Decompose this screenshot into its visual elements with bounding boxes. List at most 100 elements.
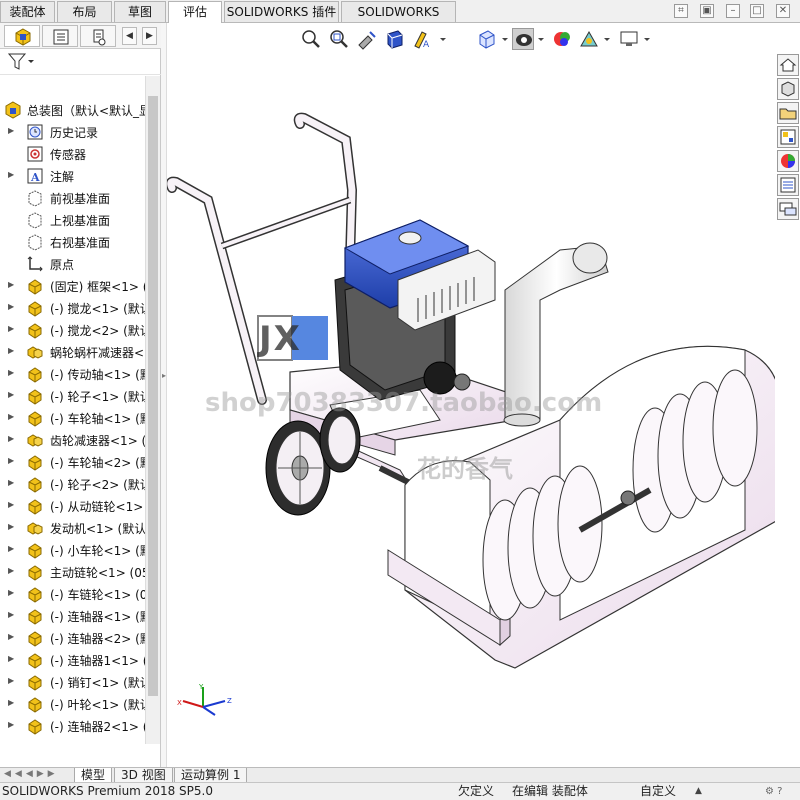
tree-item[interactable]: ▶ (-) 连轴器<1> (默 (0, 605, 145, 627)
tree-item[interactable]: ▶ (-) 连轴器2<1> ( (0, 715, 145, 737)
tree-item[interactable]: ▶ 历史记录 (0, 121, 145, 143)
expand-arrow-icon[interactable]: ▶ (8, 302, 14, 311)
tree-item[interactable]: ▶ 蜗轮蜗杆减速器< (0, 341, 145, 363)
tree-item[interactable]: ▶ (-) 连轴器<2> (默 (0, 627, 145, 649)
tab-configuration-manager[interactable] (80, 25, 116, 47)
units-dropdown-icon[interactable]: ▲ (695, 783, 702, 800)
section-view-icon[interactable] (384, 28, 406, 50)
view-settings-dropdown-icon[interactable] (642, 28, 652, 50)
tree-item[interactable]: ▶ 主动链轮<1> (05 (0, 561, 145, 583)
tree-item[interactable]: ▶ (-) 轮子<2> (默认 (0, 473, 145, 495)
minimize-icon[interactable]: – (726, 4, 740, 18)
tree-item[interactable]: ▶ (-) 车轮轴<1> (默 (0, 407, 145, 429)
view-palette-icon[interactable] (777, 126, 799, 148)
tree-item[interactable]: 右视基准面 (0, 231, 145, 253)
previous-view-icon[interactable] (356, 28, 378, 50)
expand-arrow-icon[interactable]: ▶ (8, 280, 14, 289)
tab-2[interactable]: 草图 (114, 1, 166, 22)
expand-arrow-icon[interactable]: ▶ (8, 126, 14, 135)
expand-arrow-icon[interactable]: ▶ (8, 522, 14, 531)
file-explorer-icon[interactable] (777, 102, 799, 124)
tree-item[interactable]: ▶ (-) 搅龙<1> (默认 (0, 297, 145, 319)
tree-item[interactable]: ▶ (-) 轮子<1> (默认 (0, 385, 145, 407)
expand-arrow-icon[interactable]: ▶ (8, 346, 14, 355)
tab-3[interactable]: 评估 (168, 1, 222, 23)
tab-1[interactable]: 布局 (57, 1, 112, 22)
units-status[interactable]: 自定义 (640, 783, 676, 800)
edit-appearance-icon[interactable] (552, 28, 574, 50)
dynamic-annotation-icon[interactable]: A (412, 28, 434, 50)
view-settings-icon[interactable] (618, 28, 640, 50)
display-style-icon[interactable] (512, 28, 534, 50)
tab-0[interactable]: 装配体 (0, 1, 55, 22)
tabs-scroll-right[interactable]: ▶ (142, 27, 157, 45)
appearances-icon[interactable] (777, 150, 799, 172)
tab-property-manager[interactable] (42, 25, 78, 47)
tree-item[interactable]: ▶ (-) 连轴器1<1> ( (0, 649, 145, 671)
tree-item[interactable]: 上视基准面 (0, 209, 145, 231)
design-library-icon[interactable] (777, 78, 799, 100)
expand-arrow-icon[interactable]: ▶ (8, 588, 14, 597)
tree-item[interactable]: ▶ (固定) 框架<1> ( (0, 275, 145, 297)
expand-arrow-icon[interactable]: ▶ (8, 500, 14, 509)
expand-arrow-icon[interactable]: ▶ (8, 720, 14, 729)
zoom-to-fit-icon[interactable] (300, 28, 322, 50)
tile-icon[interactable]: ▣ (700, 4, 714, 18)
tree-item[interactable]: ▶ (-) 车轮轴<2> (默 (0, 451, 145, 473)
expand-arrow-icon[interactable]: ▶ (8, 170, 14, 179)
filter-icon[interactable] (8, 53, 34, 71)
tab-motion-study[interactable]: 运动算例 1 (174, 768, 248, 783)
zoom-to-area-icon[interactable] (328, 28, 350, 50)
tree-root-assembly[interactable]: 总装图（默认<默认_显 (0, 99, 145, 121)
scene-dropdown-icon[interactable] (602, 28, 612, 50)
expand-arrow-icon[interactable]: ▶ (8, 654, 14, 663)
display-style-dropdown-icon[interactable] (500, 28, 510, 50)
expand-arrow-icon[interactable]: ▶ (8, 390, 14, 399)
tree-item[interactable]: ▶ 齿轮减速器<1> ( (0, 429, 145, 451)
tab-feature-tree[interactable] (4, 25, 40, 47)
tree-item[interactable]: ▶ (-) 车链轮<1> (0 (0, 583, 145, 605)
expand-arrow-icon[interactable]: ▶ (8, 632, 14, 641)
expand-arrow-icon[interactable]: ▶ (8, 478, 14, 487)
expand-arrow-icon[interactable]: ▶ (8, 544, 14, 553)
tree-item[interactable]: ▶ (-) 从动链轮<1> ( (0, 495, 145, 517)
graphics-area[interactable]: JX shop70383307.taobao.com 花的香气 Y X Z (167, 23, 775, 767)
tabs-scroll-left[interactable]: ◀ (122, 27, 137, 45)
tree-item[interactable]: ▶ 发动机<1> (默认 (0, 517, 145, 539)
tree-item[interactable]: 传感器 (0, 143, 145, 165)
restore-icon[interactable]: ⌗ (674, 4, 688, 18)
tree-item[interactable]: ▶ (-) 搅龙<2> (默认 (0, 319, 145, 341)
tree-item[interactable]: ▶ A 注解 (0, 165, 145, 187)
expand-arrow-icon[interactable]: ▶ (8, 566, 14, 575)
view-orientation-dropdown-icon[interactable] (438, 28, 448, 50)
tab-5[interactable]: SOLIDWORKS MBD (341, 1, 456, 39)
status-options-icon[interactable]: ⚙ ? (765, 783, 782, 800)
apply-scene-icon[interactable] (578, 28, 600, 50)
expand-arrow-icon[interactable]: ▶ (8, 412, 14, 421)
tab-4[interactable]: SOLIDWORKS 插件 (224, 1, 339, 22)
custom-properties-icon[interactable] (777, 174, 799, 196)
scrollbar-thumb[interactable] (148, 96, 158, 696)
tree-item[interactable]: 前视基准面 (0, 187, 145, 209)
forum-icon[interactable] (777, 198, 799, 220)
tree-item[interactable]: ▶ (-) 小车轮<1> (默 (0, 539, 145, 561)
tree-item[interactable]: ▶ (-) 销钉<1> (默认 (0, 671, 145, 693)
expand-arrow-icon[interactable]: ▶ (8, 434, 14, 443)
tab-navigation-arrows[interactable]: ◀◀◀▶▶ (4, 769, 59, 779)
tree-scrollbar[interactable] (145, 76, 160, 744)
close-icon[interactable]: ✕ (776, 4, 790, 18)
tree-item[interactable]: ▶ (-) 传动轴<1> (默 (0, 363, 145, 385)
expand-arrow-icon[interactable]: ▶ (8, 456, 14, 465)
view-orientation-icon[interactable] (476, 28, 498, 50)
expand-arrow-icon[interactable]: ▶ (8, 610, 14, 619)
tree-item[interactable]: ▶ (-) 叶轮<1> (默认 (0, 693, 145, 715)
tab-3d-view[interactable]: 3D 视图 (114, 768, 173, 783)
tab-model[interactable]: 模型 (74, 768, 113, 783)
hide-show-dropdown-icon[interactable] (536, 28, 546, 50)
expand-arrow-icon[interactable]: ▶ (8, 368, 14, 377)
expand-arrow-icon[interactable]: ▶ (8, 676, 14, 685)
tree-item[interactable]: 原点 (0, 253, 145, 275)
expand-arrow-icon[interactable]: ▶ (8, 324, 14, 333)
expand-arrow-icon[interactable]: ▶ (8, 698, 14, 707)
solidworks-resources-icon[interactable] (777, 54, 799, 76)
